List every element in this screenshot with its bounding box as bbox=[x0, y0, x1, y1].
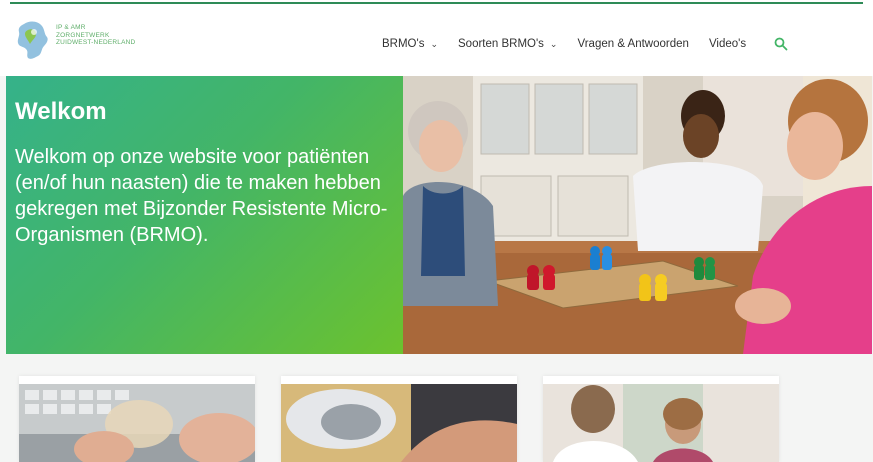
card-3[interactable] bbox=[543, 376, 779, 462]
nav-item-label: Soorten BRMO's bbox=[458, 38, 544, 50]
logo-line-2: ZORGNETWERK bbox=[56, 31, 110, 39]
hero-text-panel: Welkom Welkom op onze website voor patië… bbox=[6, 76, 403, 354]
keyboard-hands-photo bbox=[19, 384, 255, 462]
nav-item-label: Vragen & Antwoorden bbox=[577, 38, 689, 50]
chevron-down-icon: ⌄ bbox=[549, 38, 558, 49]
card-2[interactable] bbox=[281, 376, 517, 462]
nav-item-brmos[interactable]: BRMO's ⌄ bbox=[382, 38, 438, 50]
netherlands-map-logo-icon bbox=[17, 21, 48, 59]
logo-line-3: ZUIDWEST-NEDERLAND bbox=[56, 39, 136, 46]
hero-banner: Welkom Welkom op onze website voor patië… bbox=[6, 76, 872, 354]
search-icon[interactable] bbox=[774, 37, 788, 51]
site-header: IP & AMR ZORGNETWERK ZUIDWEST-NEDERLAND … bbox=[0, 4, 873, 76]
main-nav: BRMO's ⌄ Soorten BRMO's ⌄ Vragen & Antwo… bbox=[382, 35, 766, 53]
logo-line-1: IP & AMR bbox=[56, 24, 86, 31]
hero-photo bbox=[403, 76, 872, 354]
card-grid bbox=[0, 354, 873, 462]
nurse-consultation-photo bbox=[543, 384, 779, 462]
logo-text: IP & AMR ZORGNETWERK ZUIDWEST-NEDERLAND bbox=[56, 24, 135, 47]
nav-item-label: Video's bbox=[708, 38, 747, 50]
hero-intro-text: Welkom op onze website voor patiënten (e… bbox=[15, 146, 388, 246]
hero-title: Welkom bbox=[15, 98, 107, 125]
nav-item-videos[interactable]: Video's bbox=[709, 38, 746, 50]
card-1[interactable] bbox=[19, 376, 255, 462]
medical-device-photo bbox=[281, 384, 517, 462]
site-logo[interactable]: IP & AMR ZORGNETWERK ZUIDWEST-NEDERLAND bbox=[14, 18, 154, 66]
nav-item-soorten-brmos[interactable]: Soorten BRMO's ⌄ bbox=[458, 38, 557, 50]
nav-item-vragen-antwoorden[interactable]: Vragen & Antwoorden bbox=[577, 38, 688, 50]
chevron-down-icon: ⌄ bbox=[430, 38, 438, 49]
nav-item-label: BRMO's bbox=[382, 38, 425, 50]
